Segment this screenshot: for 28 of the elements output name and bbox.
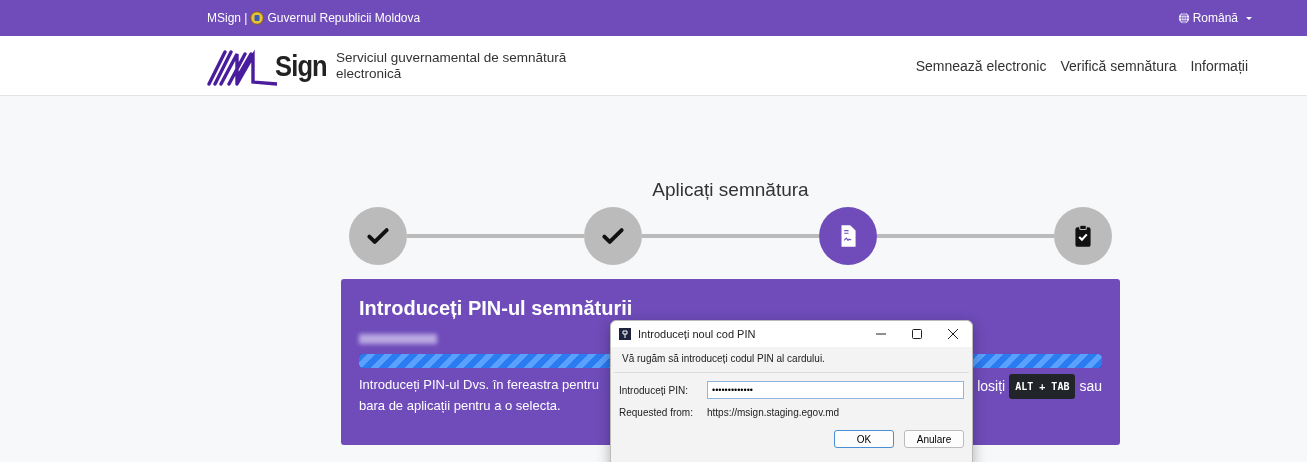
brand-link[interactable]: MSign | [207,11,248,25]
nav-link[interactable]: Verifică semnătura [1060,57,1177,74]
globe-icon [1177,12,1190,24]
pin-label: Introduceți PIN: [619,384,689,396]
instruction-text: Introduceți PIN-ul Dvs. în fereastra pentru [359,376,599,394]
requested-url: https://msign.staging.egov.md [707,407,840,418]
instruction-text: sau [1079,377,1102,396]
dialog-button[interactable]: Anulare [904,430,964,448]
requested-label: Requested from: [619,407,694,418]
page-title: Aplicați semnătura [652,179,809,201]
nav-link[interactable]: Informații [1190,57,1248,74]
service-tagline: Serviciul guvernamental de semnătură electronică [336,49,568,82]
instruction-text: bara de aplicații pentru a o selecta. [359,397,562,415]
nav-link[interactable]: Semnează electronic [915,57,1047,74]
keyboard-shortcut: ALT + TAB [1009,374,1076,399]
coat-of-arms-icon [250,11,265,25]
instruction-text: losiți [977,377,1006,396]
step-indicator [819,207,878,265]
dialog-button[interactable]: OK [834,430,894,448]
close-icon[interactable] [948,329,958,339]
card-title: Introduceți PIN-ul semnăturii [359,297,634,320]
maximize-icon[interactable] [912,329,922,339]
pin-input[interactable]: ••••••••••••• [707,381,964,399]
dialog-title: Introduceți noul cod PIN [638,328,756,340]
government-link[interactable]: Guvernul Republicii Moldova [267,11,421,25]
logo-text: Sign [275,48,327,83]
language-dropdown[interactable]: Română [1177,11,1252,25]
dialog-message: Vă rugăm să introduceți codul PIN al cardului. [614,347,969,373]
